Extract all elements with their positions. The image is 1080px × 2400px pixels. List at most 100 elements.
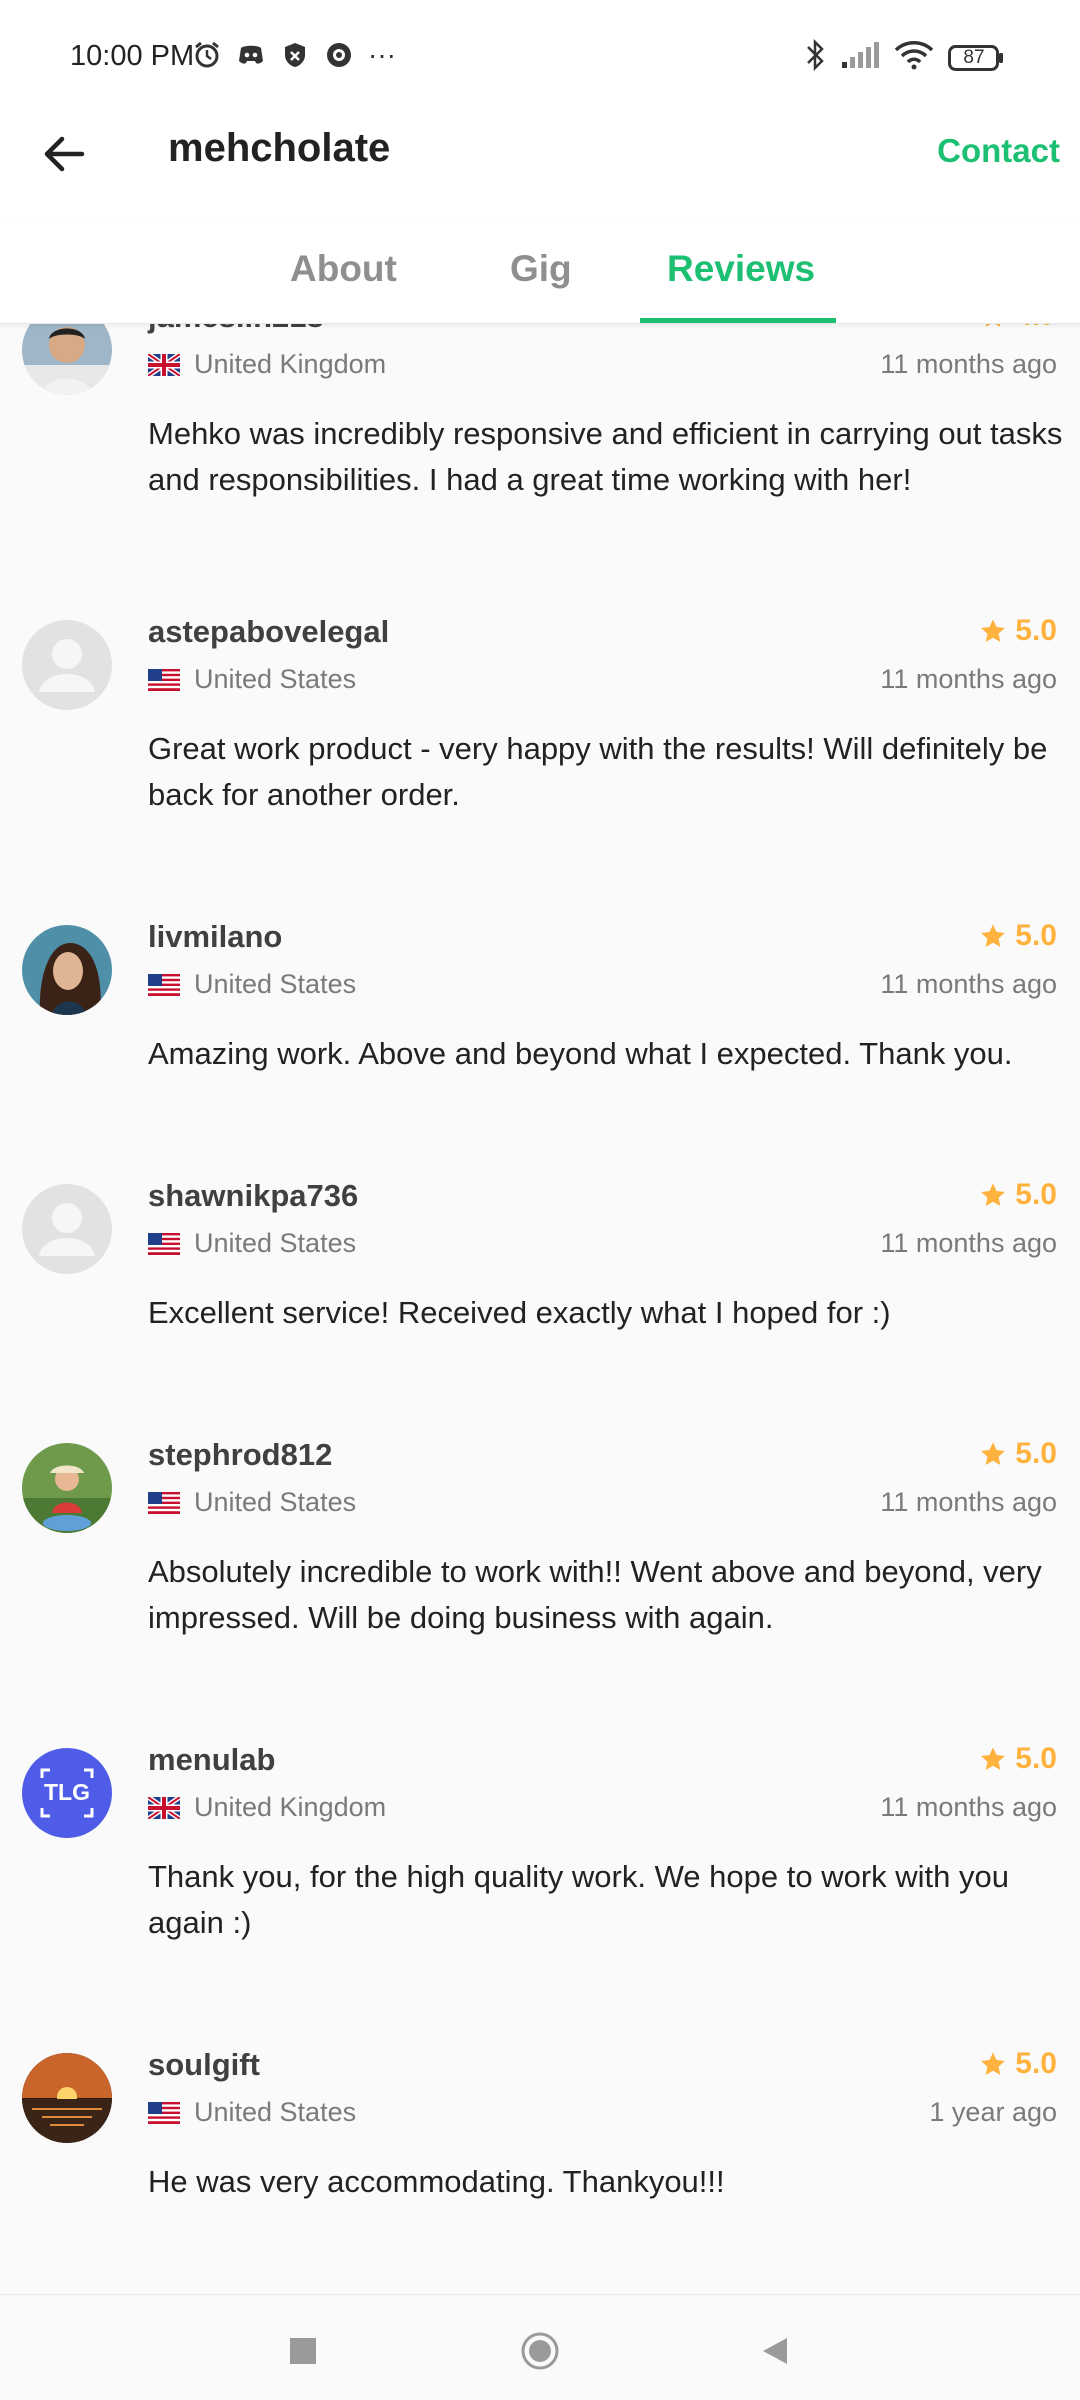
avatar[interactable] — [22, 2053, 112, 2143]
review-comment: He was very accommodating. Thankyou!!! — [148, 2164, 725, 2199]
review-time: 11 months ago — [880, 969, 1057, 999]
contact-button[interactable]: Contact — [937, 132, 1060, 170]
us-flag-icon — [148, 2101, 180, 2124]
bluetooth-icon — [804, 38, 826, 77]
back-button[interactable] — [40, 130, 88, 178]
uk-flag-icon — [148, 353, 180, 376]
shield-icon — [280, 40, 310, 70]
avatar[interactable] — [22, 1443, 112, 1533]
system-nav-bar — [0, 2294, 1080, 2400]
review-username[interactable]: menulab — [148, 1742, 275, 1778]
more-notifications-icon: ··· — [368, 39, 396, 70]
tab-bar: About Gig Reviews — [0, 220, 1080, 324]
country-name: United States — [194, 664, 357, 694]
country-name: United Kingdom — [194, 1792, 387, 1822]
rating-value: 4.7 — [1015, 324, 1057, 333]
star-icon — [981, 1442, 1006, 1465]
review-username[interactable]: astepabovelegal — [148, 614, 389, 650]
review-rating: 5.0 — [979, 1742, 1057, 1776]
discord-icon — [236, 40, 266, 70]
review-comment: Thank you, for the high quality work. We… — [148, 1859, 1009, 1940]
signal-icon — [840, 40, 880, 75]
home-button[interactable] — [520, 2331, 560, 2371]
review-country: United States — [148, 969, 356, 1000]
review-username[interactable]: shawnikpa736 — [148, 1178, 358, 1214]
review-username[interactable]: jameslin218 — [148, 324, 324, 335]
review-time: 11 months ago — [880, 349, 1057, 379]
tab-gig[interactable]: Gig — [510, 248, 572, 290]
review-time: 11 months ago — [880, 664, 1057, 694]
status-bar: 10:00 PM ··· 87 — [0, 0, 1080, 110]
status-time: 10:00 PM — [70, 40, 195, 72]
review-comment: Excellent service! Received exactly what… — [148, 1295, 891, 1330]
square-icon — [290, 2338, 316, 2364]
country-name: United Kingdom — [194, 349, 387, 379]
review-rating: 5.0 — [979, 2047, 1057, 2081]
circle-icon — [521, 2332, 559, 2370]
review-username[interactable]: livmilano — [148, 919, 282, 955]
star-icon — [981, 924, 1006, 947]
review-comment: Amazing work. Above and beyond what I ex… — [148, 1036, 1013, 1071]
avatar[interactable] — [22, 620, 112, 710]
status-system-icons: 87 — [804, 38, 1004, 77]
rating-value: 5.0 — [1015, 919, 1057, 952]
country-name: United States — [194, 1228, 357, 1258]
review-rating: 5.0 — [979, 1437, 1057, 1471]
review-time: 11 months ago — [880, 1487, 1057, 1517]
page-title: mehcholate — [168, 126, 391, 170]
app-header: mehcholate Contact — [0, 110, 1080, 220]
back-nav-button[interactable] — [755, 2331, 795, 2371]
avatar[interactable] — [22, 925, 112, 1015]
avatar[interactable] — [22, 1184, 112, 1274]
recents-button[interactable] — [283, 2331, 323, 2371]
country-name: United States — [194, 1487, 357, 1517]
reviews-list[interactable]: jameslin218 4.7 United Kingdom 11 months… — [0, 324, 1080, 2294]
review-country: United States — [148, 1487, 356, 1518]
country-name: United States — [194, 969, 357, 999]
rating-value: 5.0 — [1015, 614, 1057, 647]
review-country: United States — [148, 664, 356, 695]
review-country: United Kingdom — [148, 1792, 386, 1823]
us-flag-icon — [148, 973, 180, 996]
review-username[interactable]: soulgift — [148, 2047, 260, 2083]
media-icon — [324, 40, 354, 70]
wifi-icon — [894, 40, 934, 75]
rating-value: 5.0 — [1015, 1437, 1057, 1470]
review-country: United States — [148, 2097, 356, 2128]
review-rating: 5.0 — [979, 1178, 1057, 1212]
review-time: 11 months ago — [880, 1228, 1057, 1258]
uk-flag-icon — [148, 1796, 180, 1819]
alarm-icon — [192, 40, 222, 70]
review-comment: Great work product - very happy with the… — [148, 731, 1048, 812]
review-comment: Absolutely incredible to work with!! Wen… — [148, 1554, 1042, 1635]
triangle-back-icon — [763, 2338, 787, 2364]
rating-value: 5.0 — [1015, 1742, 1057, 1775]
us-flag-icon — [148, 668, 180, 691]
rating-value: 5.0 — [1015, 1178, 1057, 1211]
battery-level: 87 — [963, 46, 985, 68]
star-icon — [985, 324, 1001, 327]
review-comment: Mehko was incredibly responsive and effi… — [148, 416, 1063, 497]
us-flag-icon — [148, 1491, 180, 1514]
star-icon — [981, 1747, 1006, 1770]
avatar[interactable] — [22, 324, 112, 395]
review-country: United States — [148, 1228, 356, 1259]
tab-reviews[interactable]: Reviews — [667, 248, 815, 290]
review-country: United Kingdom — [148, 349, 386, 380]
review-rating: 4.7 — [979, 324, 1057, 333]
country-name: United States — [194, 2097, 357, 2127]
avatar[interactable]: TLG — [22, 1748, 112, 1838]
review-rating: 5.0 — [979, 614, 1057, 648]
avatar-initials: TLG — [44, 1779, 90, 1805]
review-rating: 5.0 — [979, 919, 1057, 953]
rating-value: 5.0 — [1015, 2047, 1057, 2080]
status-notification-icons: ··· — [192, 40, 396, 70]
tab-about[interactable]: About — [290, 248, 397, 290]
arrow-left-icon — [44, 136, 85, 172]
review-username[interactable]: stephrod812 — [148, 1437, 332, 1473]
us-flag-icon — [148, 1232, 180, 1255]
review-time: 1 year ago — [929, 2097, 1057, 2127]
review-time: 11 months ago — [880, 1792, 1057, 1822]
star-icon — [981, 619, 1006, 642]
star-icon — [981, 1183, 1006, 1206]
